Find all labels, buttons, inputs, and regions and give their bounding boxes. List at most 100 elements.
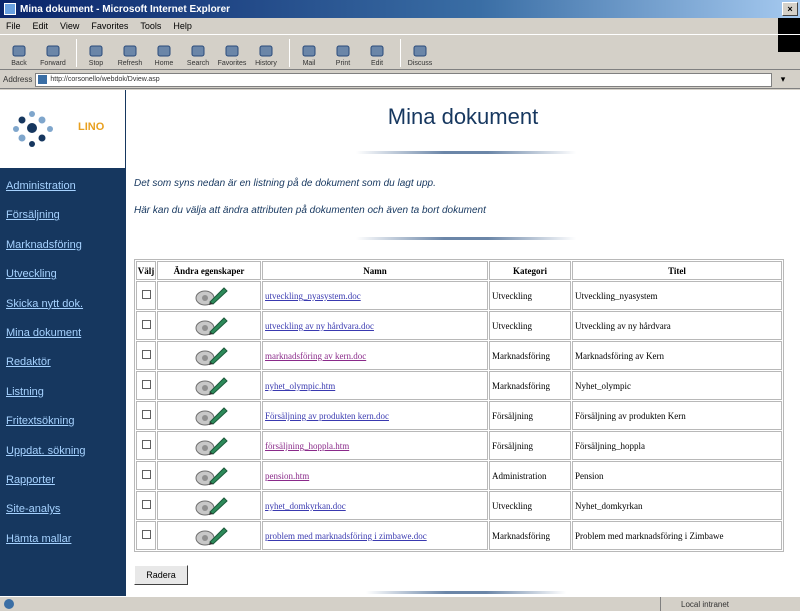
toolbar-button[interactable]: Back [4,44,34,69]
toolbar-button[interactable]: Search [183,44,213,69]
sidebar-item[interactable]: Rapporter [6,474,86,503]
document-link[interactable]: Försäljning av produkten kern.doc [265,411,389,421]
toolbar-separator [76,39,77,67]
sidebar-item[interactable]: Redaktör [6,356,86,385]
category-cell: Administration [489,461,571,490]
select-checkbox[interactable] [142,380,151,389]
edit-properties-icon[interactable] [160,404,258,428]
edit-properties-icon[interactable] [160,284,258,308]
logo-text: LINO [78,121,105,133]
title-cell: Utveckling av ny hårdvara [572,311,782,340]
table-row: försäljning_hoppla.htm Försäljning Försälj… [136,431,782,460]
toolbar-button[interactable]: Favorites [217,44,247,69]
table-row: nyhet_domkyrkan.doc Utveckling Nyhet_domky… [136,491,782,520]
sidebar-item[interactable]: Skicka nytt dok. [6,298,86,327]
sidebar-item[interactable]: Mina dokument [6,327,86,356]
edit-cell [157,491,261,520]
toolbar-button[interactable]: Home [149,44,179,69]
name-cell: utveckling av ny hårdvara.doc [262,311,488,340]
select-checkbox[interactable] [142,500,151,509]
print-icon [335,44,351,58]
edit-cell [157,311,261,340]
title-cell: Försäljning av produkten Kern [572,401,782,430]
edit-properties-icon[interactable] [160,434,258,458]
document-link[interactable]: nyhet_domkyrkan.doc [265,501,346,511]
toolbar-button[interactable]: Print [328,44,358,69]
edit-properties-icon[interactable] [160,344,258,368]
table-header-row: Välj Ändra egenskaper Namn Kategori Tite… [136,261,782,280]
sidebar-item[interactable]: Listning [6,386,86,415]
menu-edit[interactable]: Edit [33,21,49,31]
sidebar-item[interactable]: Administration [6,180,86,209]
document-link[interactable]: problem med marknadsföring i zimbawe.doc [265,531,427,541]
toolbar-button[interactable]: Mail [294,44,324,69]
document-link[interactable]: pension.htm [265,471,309,481]
menu-file[interactable]: File [6,21,21,31]
document-link[interactable]: utveckling av ny hårdvara.doc [265,321,374,331]
sidebar-item[interactable]: Hämta mallar [6,533,86,562]
column-header-name: Namn [262,261,488,280]
sidebar-item[interactable]: Utveckling [6,268,86,297]
favorites-icon [224,44,240,58]
edit-properties-icon[interactable] [160,494,258,518]
edit-properties-icon[interactable] [160,524,258,548]
address-dropdown-icon[interactable]: ▾ [776,74,790,85]
table-row: pension.htm Administration Pension [136,461,782,490]
name-cell: nyhet_olympic.htm [262,371,488,400]
document-link[interactable]: nyhet_olympic.htm [265,381,335,391]
document-link[interactable]: marknadsföring av kern.doc [265,351,366,361]
address-input[interactable]: http://corsonello/webdok/Dview.asp [35,72,772,87]
sidebar-item[interactable]: Försäljning [6,209,86,238]
page-content: LINO Administration Försäljning Marknadsfö… [0,90,800,596]
name-cell: nyhet_domkyrkan.doc [262,491,488,520]
name-cell: problem med marknadsföring i zimbawe.doc [262,521,488,550]
edit-cell [157,341,261,370]
logo-dots-icon [13,111,53,147]
document-link[interactable]: försäljning_hoppla.htm [265,441,349,451]
menu-tools[interactable]: Tools [140,21,161,31]
menu-help[interactable]: Help [173,21,192,31]
sidebar-item[interactable]: Fritextsökning [6,415,86,444]
edit-properties-icon[interactable] [160,314,258,338]
select-checkbox[interactable] [142,320,151,329]
address-url: http://corsonello/webdok/Dview.asp [50,76,160,83]
menu-view[interactable]: View [60,21,79,31]
select-checkbox[interactable] [142,470,151,479]
page-title: Mina dokument [387,104,539,129]
edit-cell [157,461,261,490]
toolbar-button[interactable]: Stop [81,44,111,69]
refresh-icon [122,44,138,58]
sidebar-item[interactable]: Marknadsföring [6,239,86,268]
title-cell: Marknadsföring av Kern [572,341,782,370]
category-cell: Marknadsföring [489,371,571,400]
table-row: utveckling_nyasystem.doc Utveckling Utveck… [136,281,782,310]
select-checkbox[interactable] [142,350,151,359]
sidebar-item[interactable]: Site-analys [6,503,86,532]
sidebar-item[interactable]: Uppdat. sökning [6,445,86,474]
select-cell [136,311,156,340]
select-checkbox[interactable] [142,290,151,299]
status-bar: Local intranet [0,596,800,611]
category-cell: Utveckling [489,311,571,340]
menu-bar: File Edit View Favorites Tools Help [0,18,800,52]
toolbar-button[interactable]: Discuss [405,44,435,69]
document-link[interactable]: utveckling_nyasystem.doc [265,291,361,301]
column-header-edit: Ändra egenskaper [157,261,261,280]
intro-text-1: Det som syns nedan är en listning på de … [134,178,436,189]
toolbar-button[interactable]: History [251,44,281,69]
toolbar-button[interactable]: Edit [362,44,392,69]
toolbar-button[interactable]: Forward [38,44,68,69]
select-checkbox[interactable] [142,440,151,449]
select-checkbox[interactable] [142,410,151,419]
toolbar-button[interactable]: Refresh [115,44,145,69]
delete-button[interactable]: Radera [134,565,188,585]
select-checkbox[interactable] [142,530,151,539]
select-cell [136,521,156,550]
edit-properties-icon[interactable] [160,374,258,398]
select-cell [136,491,156,520]
status-page-icon [4,598,14,609]
close-button[interactable]: × [782,2,798,16]
edit-properties-icon[interactable] [160,464,258,488]
toolbar-button-label: Mail [302,60,316,67]
menu-favorites[interactable]: Favorites [91,21,128,31]
